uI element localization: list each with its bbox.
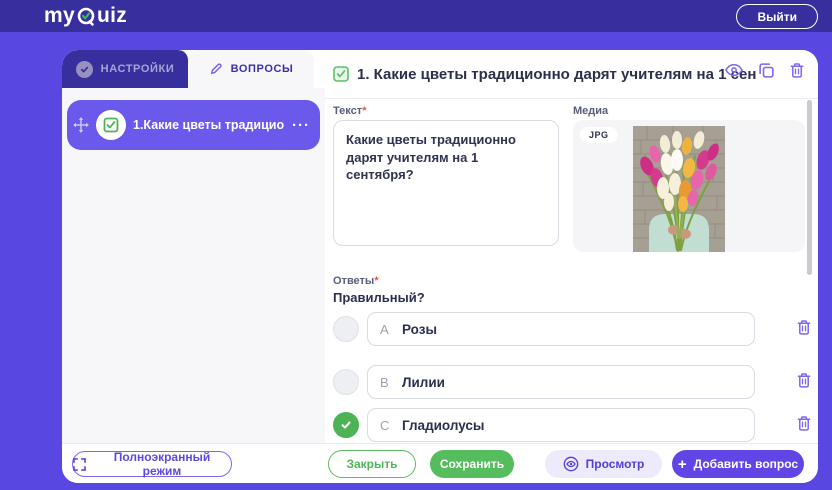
question-checkbox-icon: [333, 66, 349, 82]
correct-radio-b[interactable]: [333, 369, 359, 395]
tab-questions[interactable]: ВОПРОСЫ: [188, 50, 314, 88]
answer-text: Лилии: [402, 375, 445, 390]
answer-input-b[interactable]: B Лилии: [367, 365, 755, 399]
answer-row: C Гладиолусы: [325, 408, 818, 442]
footer-toolbar: Полноэкранный режим Закрыть Сохранить Пр…: [62, 443, 818, 483]
media-format-badge: JPG: [580, 127, 618, 143]
preview-question-eye-icon[interactable]: [725, 63, 743, 78]
header-divider: [325, 98, 818, 99]
delete-answer-icon[interactable]: [797, 320, 811, 335]
answer-text: Розы: [402, 322, 437, 337]
sidebar: НАСТРОЙКИ ВОПРОСЫ: [62, 50, 325, 443]
logout-button[interactable]: Выйти: [736, 4, 818, 29]
add-question-label: Добавить вопрос: [694, 457, 798, 471]
add-question-button[interactable]: + Добавить вопрос: [672, 450, 804, 478]
tab-settings-label: НАСТРОЙКИ: [101, 63, 175, 75]
question-more-menu[interactable]: ···: [292, 117, 310, 134]
media-field-label: Медиа: [573, 105, 608, 117]
check-circle-icon: [76, 61, 93, 78]
preview-eye-icon: [563, 456, 579, 472]
question-header: 1. Какие цветы традиционно дарят учителя…: [325, 50, 818, 98]
answers-field-label: Ответы*: [333, 275, 379, 287]
logo-text-my: my: [44, 4, 75, 28]
answer-letter: A: [380, 322, 402, 337]
logo-q-check-icon: [76, 7, 96, 27]
answer-row: B Лилии: [325, 365, 818, 399]
media-image-gladiolus-bouquet: [633, 126, 725, 252]
fullscreen-label: Полноэкранный режим: [93, 450, 231, 478]
question-text-input[interactable]: Какие цветы традиционно дарят учителям н…: [333, 120, 559, 246]
duplicate-question-icon[interactable]: [759, 63, 774, 78]
delete-answer-icon[interactable]: [797, 416, 811, 431]
question-item-label: 1.Какие цветы традиционно ...: [133, 118, 285, 132]
correct-answer-label: Правильный?: [333, 290, 425, 305]
save-button[interactable]: Сохранить: [430, 450, 514, 478]
tab-questions-label: ВОПРОСЫ: [231, 63, 294, 75]
question-list: 1.Какие цветы традиционно ... ···: [62, 88, 325, 443]
delete-question-icon[interactable]: [790, 63, 804, 78]
topbar: my uiz Выйти: [0, 0, 832, 32]
question-editor: 1. Какие цветы традиционно дарят учителя…: [325, 50, 818, 443]
delete-answer-icon[interactable]: [797, 373, 811, 388]
answer-letter: B: [380, 375, 402, 390]
required-mark: *: [362, 105, 366, 117]
pencil-icon: [209, 62, 223, 76]
text-field-label: Текст*: [333, 105, 366, 117]
tab-settings[interactable]: НАСТРОЙКИ: [62, 50, 188, 88]
quiz-editor-panel: НАСТРОЙКИ ВОПРОСЫ: [62, 50, 818, 483]
preview-button[interactable]: Просмотр: [545, 450, 662, 478]
correct-radio-a[interactable]: [333, 316, 359, 342]
correct-radio-c-selected[interactable]: [333, 412, 359, 438]
fullscreen-mode-button[interactable]: Полноэкранный режим: [72, 451, 232, 477]
question-list-item[interactable]: 1.Какие цветы традиционно ... ···: [67, 100, 320, 150]
required-mark: *: [374, 275, 378, 287]
media-box[interactable]: JPG: [573, 120, 805, 252]
drag-handle-icon[interactable]: [73, 117, 89, 133]
answer-row: A Розы: [325, 312, 818, 346]
question-title: 1. Какие цветы традиционно дарят учителя…: [357, 66, 757, 83]
myquiz-logo: my uiz: [44, 4, 127, 28]
answer-text: Гладиолусы: [402, 418, 484, 433]
scrollbar-thumb[interactable]: [807, 100, 812, 275]
fullscreen-icon: [73, 458, 86, 471]
plus-icon: +: [678, 456, 687, 473]
question-type-icon: [96, 110, 126, 140]
close-button[interactable]: Закрыть: [328, 450, 416, 478]
logo-text-uiz: uiz: [97, 4, 127, 28]
answer-input-a[interactable]: A Розы: [367, 312, 755, 346]
preview-label: Просмотр: [586, 457, 645, 471]
answer-letter: C: [380, 418, 402, 433]
answer-input-c[interactable]: C Гладиолусы: [367, 408, 755, 442]
